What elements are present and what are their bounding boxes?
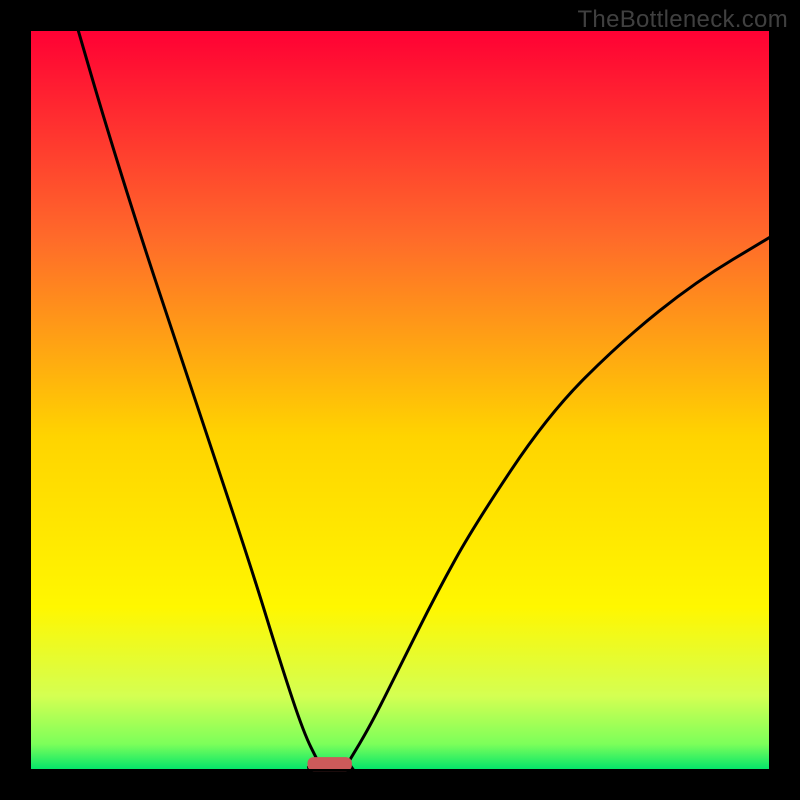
gradient-panel — [30, 30, 770, 770]
minimum-marker — [308, 757, 352, 771]
plot-svg — [0, 0, 800, 800]
bottleneck-plot: TheBottleneck.com — [0, 0, 800, 800]
watermark-text: TheBottleneck.com — [577, 6, 788, 34]
